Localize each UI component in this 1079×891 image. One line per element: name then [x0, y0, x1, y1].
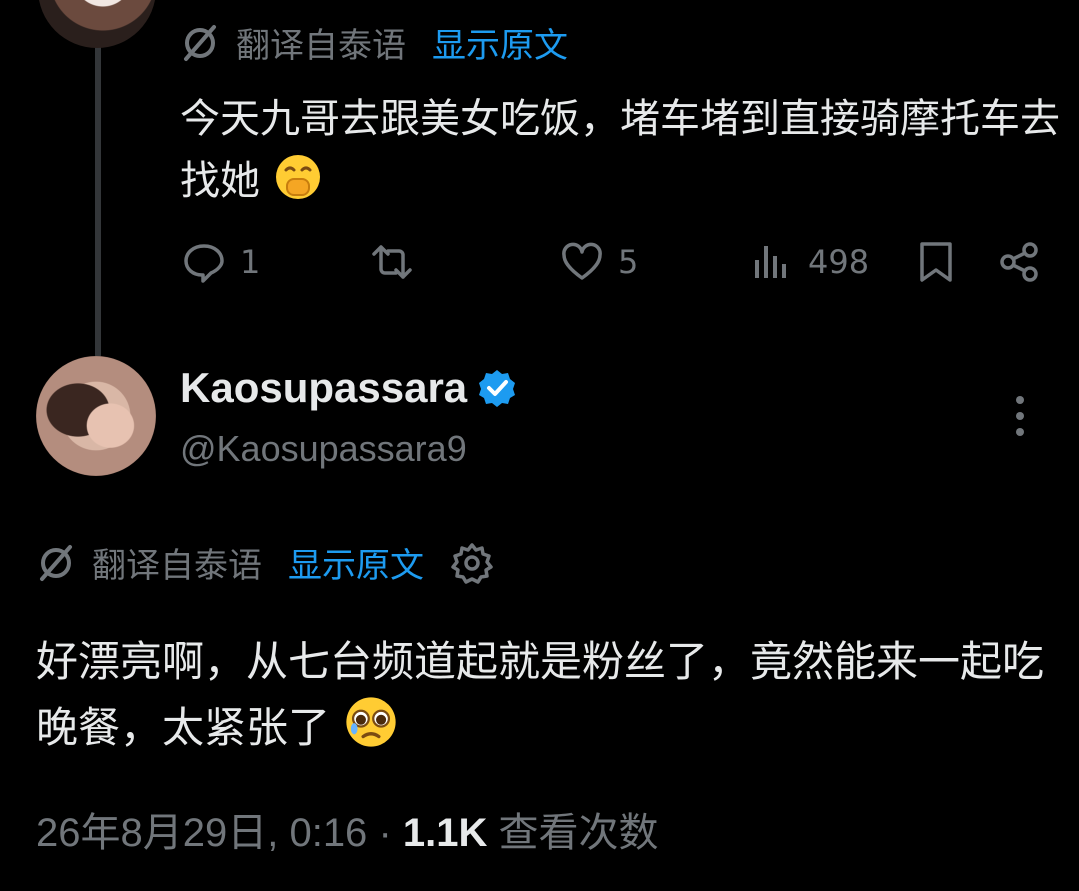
translation-notice: 翻译自泰语 显示原文 [180, 18, 568, 67]
reply-count: 1 [240, 243, 261, 281]
post-date[interactable]: 26年8月29日, 0:16 [36, 811, 367, 855]
author-avatar[interactable] [36, 356, 156, 476]
translate-icon [40, 544, 72, 581]
thread-connector-line [95, 40, 101, 358]
heart-icon [562, 242, 602, 280]
comment-icon [184, 244, 224, 283]
author-name[interactable]: Kaosupassara [180, 364, 467, 412]
translated-from-label: 翻译自泰语 [236, 26, 406, 66]
share-icon [1000, 242, 1038, 282]
retweet-button[interactable] [370, 240, 414, 284]
hand-over-mouth-emoji-icon [275, 155, 320, 199]
bookmark-button[interactable] [914, 240, 958, 284]
reply-button[interactable]: 1 [182, 240, 260, 284]
show-original-link[interactable]: 显示原文 [432, 18, 568, 67]
retweet-icon [372, 245, 412, 279]
like-button[interactable]: 5 [560, 240, 638, 284]
show-original-link[interactable]: 显示原文 [288, 538, 424, 587]
translated-from-label: 翻译自泰语 [92, 546, 262, 586]
author-handle[interactable]: @Kaosupassara9 [180, 428, 467, 470]
verified-badge-icon [479, 370, 516, 407]
main-translation-notice: 翻译自泰语 显示原文 [36, 538, 494, 587]
analytics-icon [755, 246, 786, 278]
main-tweet-text: 好漂亮啊，从七台频道起就是粉丝了，竟然能来一起吃晚餐，太紧张了 [36, 630, 1046, 760]
author-name-row: Kaosupassara [180, 364, 517, 412]
like-count: 5 [618, 243, 639, 281]
bookmark-icon [920, 242, 952, 282]
translate-icon [184, 24, 216, 61]
views-count: 498 [808, 243, 870, 281]
timestamp-row: 26年8月29日, 0:16 · 1.1K 查看次数 [36, 800, 659, 858]
views-button[interactable]: 498 [750, 240, 869, 284]
reply-text: 今天九哥去跟美女吃饭，堵车堵到直接骑摩托车去找她 [180, 88, 1060, 212]
avatar[interactable] [38, 0, 156, 48]
share-button[interactable] [998, 240, 1042, 284]
pleading-face-emoji-icon [346, 697, 397, 747]
views-label: 查看次数 [498, 811, 659, 855]
more-options-icon[interactable] [1004, 394, 1036, 438]
separator-dot: · [378, 811, 392, 855]
gear-icon[interactable] [450, 541, 494, 585]
views-count: 1.1K [402, 811, 488, 855]
main-tweet-text-content: 好漂亮啊，从七台频道起就是粉丝了，竟然能来一起吃晚餐，太紧张了 [36, 637, 1045, 752]
